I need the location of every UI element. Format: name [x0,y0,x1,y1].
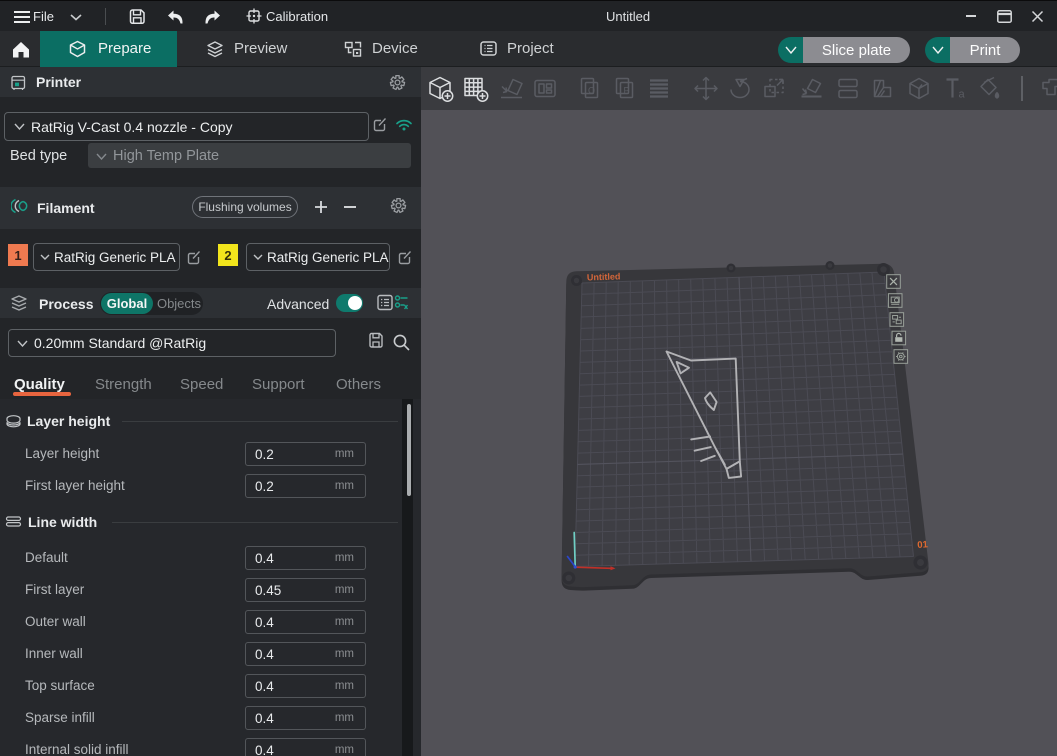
svg-text:Untitled: Untitled [587,271,621,282]
svg-text:P: P [623,86,629,96]
svg-text:a: a [958,89,965,101]
svg-text:O: O [588,86,595,96]
svg-text:01: 01 [917,539,929,551]
